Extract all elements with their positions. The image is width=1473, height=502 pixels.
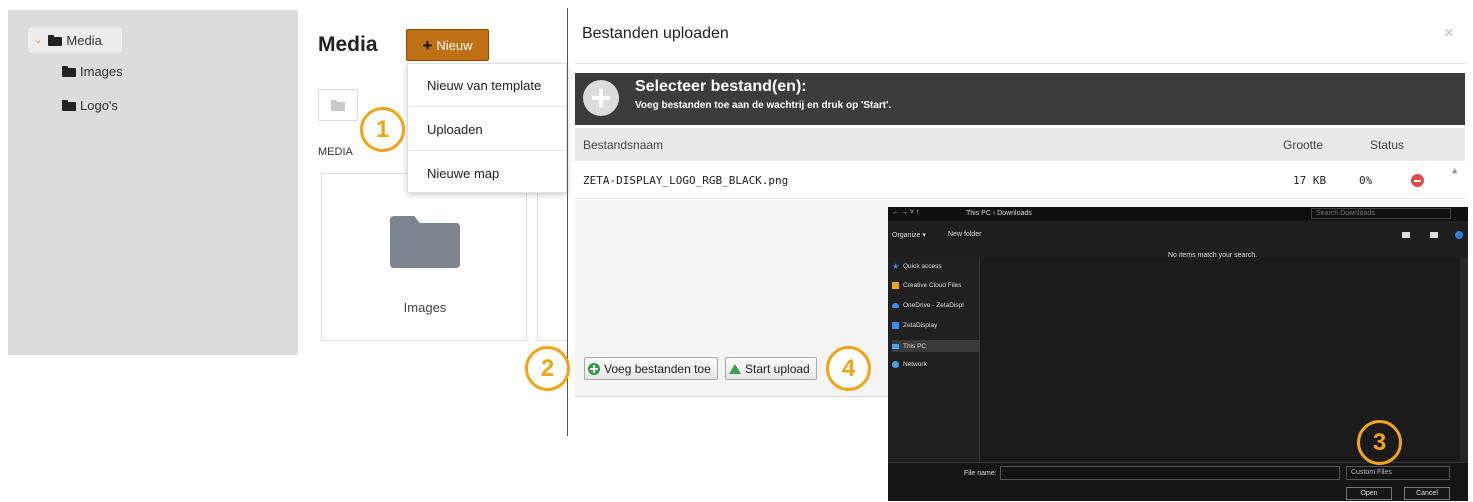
add-icon — [588, 362, 600, 375]
star-icon: ★ — [892, 263, 900, 270]
tree-item-logos[interactable]: Logo's — [62, 98, 118, 113]
chevron-down-icon[interactable]: ⌄ — [34, 35, 42, 46]
page-title: Media — [318, 33, 378, 56]
file-table-header: Bestandsnaam Grootte Status — [575, 128, 1465, 161]
step-callout-1: 1 — [360, 107, 405, 152]
new-folder-button[interactable]: New folder — [948, 231, 981, 238]
nav-item-label: This PC — [903, 342, 927, 350]
file-name-label: File name: — [964, 470, 997, 477]
folder-icon — [390, 216, 460, 268]
step-callout-3: 3 — [1357, 420, 1402, 465]
organize-button[interactable]: Organize ▾ — [892, 231, 926, 239]
folder-card-label: Images — [403, 300, 447, 315]
folder-card-images[interactable]: Images — [321, 173, 527, 341]
file-type-select[interactable]: Custom Files — [1346, 466, 1450, 480]
select-files-title: Selecteer bestand(en): — [635, 78, 807, 95]
path-breadcrumb[interactable]: This PC › Downloads — [966, 210, 1032, 217]
select-files-subtitle: Voeg bestanden toe aan de wachtrij en dr… — [635, 100, 892, 111]
file-size: 17 KB — [1293, 174, 1327, 187]
start-upload-label: Start upload — [745, 361, 810, 376]
scroll-up-icon[interactable]: ▲ — [1452, 166, 1457, 176]
plus-icon: + — [422, 35, 433, 55]
folder-tree-panel: ⌄ Media Images Logo's — [8, 10, 298, 355]
menu-item-new-from-template[interactable]: Nieuw van template — [408, 64, 568, 107]
tree-item-media[interactable]: ⌄ Media — [28, 27, 122, 53]
nav-item-this-pc[interactable]: This PC — [892, 340, 980, 352]
select-files-bar[interactable]: Selecteer bestand(en): Voeg bestanden to… — [575, 73, 1465, 125]
nav-item-onedrive[interactable]: OneDrive - ZetaDispl — [892, 302, 980, 309]
nav-item-label: ZetaDisplay — [903, 322, 938, 329]
nav-item-network[interactable]: Network — [892, 361, 980, 368]
cloud-icon — [892, 303, 899, 308]
nav-item-label: Creative Cloud Files — [903, 282, 962, 289]
column-header-status: Status — [1370, 138, 1405, 152]
add-files-label: Voeg bestanden toe — [604, 361, 711, 376]
table-row: ZETA-DISPLAY_LOGO_RGB_BLACK.png 17 KB 0%… — [575, 161, 1465, 199]
new-dropdown-menu: Nieuw van template Uploaden Nieuwe map — [407, 63, 568, 195]
address-bar: ← → ˅ ↑ This PC › Downloads Search Downl… — [888, 207, 1468, 221]
start-upload-button[interactable]: Start upload — [725, 357, 817, 380]
tree-item-images[interactable]: Images — [62, 64, 123, 79]
tree-item-label: Images — [80, 64, 123, 79]
menu-item-upload[interactable]: Uploaden — [408, 108, 568, 151]
folder-icon — [331, 99, 345, 111]
close-icon[interactable]: × — [1444, 23, 1454, 43]
building-icon — [892, 322, 899, 329]
folder-icon — [62, 66, 76, 77]
file-name-input[interactable] — [1000, 466, 1340, 480]
computer-icon — [892, 343, 899, 349]
dialog-title: Bestanden uploaden — [582, 25, 729, 42]
folder-icon — [62, 100, 76, 111]
folder-view-button[interactable] — [318, 89, 358, 121]
navigation-arrows[interactable]: ← → ˅ ↑ — [892, 209, 919, 216]
new-button[interactable]: + Nieuw — [406, 29, 489, 61]
cancel-button[interactable]: Cancel — [1404, 487, 1450, 500]
add-files-button[interactable]: Voeg bestanden toe — [584, 357, 718, 380]
open-button[interactable]: Open — [1346, 487, 1392, 500]
tree-item-label: Logo's — [80, 98, 118, 113]
step-callout-4: 4 — [826, 346, 871, 391]
new-button-label: Nieuw — [436, 37, 473, 53]
nav-item-quick-access[interactable]: ★ Quick access — [892, 263, 980, 270]
network-icon — [892, 361, 899, 368]
folder-card[interactable] — [537, 173, 567, 341]
nav-item-creative-cloud[interactable]: Creative Cloud Files — [892, 282, 980, 289]
add-file-icon[interactable] — [583, 80, 619, 116]
file-name: ZETA-DISPLAY_LOGO_RGB_BLACK.png — [583, 174, 789, 187]
nav-item-label: Network — [903, 361, 927, 368]
remove-file-icon[interactable] — [1411, 174, 1424, 187]
nav-item-zetadisplay[interactable]: ZetaDisplay — [892, 322, 980, 329]
section-label: MEDIA — [318, 146, 353, 158]
divider — [575, 63, 1465, 64]
tree-item-label: Media — [66, 32, 102, 48]
empty-results-message: No items match your search. — [1168, 252, 1258, 259]
file-status: 0% — [1359, 174, 1373, 187]
search-input[interactable]: Search Downloads — [1311, 208, 1451, 219]
scrollbar[interactable] — [1460, 257, 1468, 462]
navigation-pane: ★ Quick access Creative Cloud Files OneD… — [888, 257, 980, 462]
dialog-bottom-bar: File name: Custom Files Open Cancel — [888, 462, 1468, 501]
view-options-icon[interactable] — [1398, 230, 1464, 240]
column-header-name: Bestandsnaam — [583, 138, 664, 152]
column-header-size: Grootte — [1283, 138, 1324, 152]
nav-item-label: OneDrive - ZetaDispl — [903, 302, 964, 309]
creative-cloud-icon — [892, 282, 899, 289]
nav-item-label: Quick access — [903, 263, 942, 270]
menu-item-new-folder[interactable]: Nieuwe map — [408, 152, 568, 195]
folder-icon — [48, 34, 63, 46]
step-callout-2: 2 — [525, 346, 570, 391]
arrow-up-icon — [729, 363, 741, 374]
